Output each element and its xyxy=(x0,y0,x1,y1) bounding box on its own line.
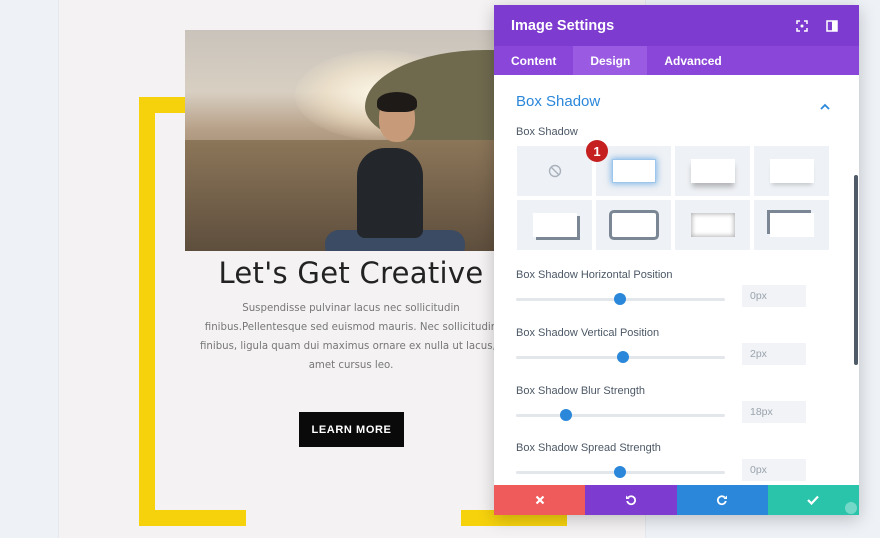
body-line: finibus, ligula quam dui maximus ornare … xyxy=(200,341,512,352)
redo-button[interactable] xyxy=(676,485,768,515)
close-icon xyxy=(535,495,544,505)
modal-title: Image Settings xyxy=(511,17,615,34)
photo-person-hair xyxy=(377,92,417,112)
slider-knob[interactable] xyxy=(614,466,626,478)
modal-scrollbar[interactable] xyxy=(854,175,858,365)
preset-inset-border[interactable] xyxy=(596,200,671,250)
undo-icon xyxy=(625,495,636,506)
photo-person-body xyxy=(357,148,423,238)
resize-handle-icon[interactable] xyxy=(845,502,857,514)
preset-swatch xyxy=(611,159,656,183)
yellow-frame-bottom-left xyxy=(139,510,246,526)
preset-swatch xyxy=(611,213,656,237)
tab-advanced[interactable]: Advanced xyxy=(647,46,738,75)
spread-strength-input[interactable]: 0px xyxy=(742,459,806,481)
slider-label: Box Shadow Spread Strength xyxy=(516,442,661,454)
yellow-frame-left xyxy=(139,97,155,526)
image-settings-modal: Image Settings Content Design Advanced B… xyxy=(494,5,859,515)
preset-top-left-hard[interactable] xyxy=(754,200,829,250)
spread-strength-slider[interactable] xyxy=(516,466,725,478)
section-title[interactable]: Box Shadow xyxy=(516,93,600,110)
slider-label: Box Shadow Blur Strength xyxy=(516,385,646,397)
discard-button[interactable] xyxy=(494,485,586,515)
box-shadow-field-label: Box Shadow xyxy=(516,126,578,138)
preset-swatch xyxy=(532,213,577,237)
preset-bottom-right-hard[interactable] xyxy=(517,200,592,250)
slider-knob[interactable] xyxy=(617,351,629,363)
modal-header: Image Settings xyxy=(494,5,859,46)
preset-swatch xyxy=(690,159,735,183)
undo-button[interactable] xyxy=(585,485,677,515)
tab-design[interactable]: Design xyxy=(573,46,648,75)
blur-strength-input[interactable]: 18px xyxy=(742,401,806,423)
preset-none[interactable] xyxy=(517,146,592,196)
preset-swatch xyxy=(769,213,814,237)
body-line: amet cursus leo. xyxy=(308,360,394,371)
step-marker: 1 xyxy=(586,140,608,162)
slider-knob[interactable] xyxy=(614,293,626,305)
chevron-up-icon[interactable] xyxy=(820,97,830,115)
preset-soft-bottom[interactable] xyxy=(754,146,829,196)
page-body-text: Suspendisse pulvinar lacus nec sollicitu… xyxy=(200,299,512,375)
body-line: Suspendisse pulvinar lacus nec sollicitu… xyxy=(242,303,460,314)
fullscreen-icon[interactable] xyxy=(792,16,812,36)
page-heading: Let's Get Creative xyxy=(218,256,484,290)
check-icon xyxy=(807,495,820,505)
preset-swatch xyxy=(690,213,735,237)
tab-content[interactable]: Content xyxy=(494,46,573,75)
sidebar-toggle-icon[interactable] xyxy=(822,16,842,36)
redo-icon xyxy=(717,495,728,506)
slider-label: Box Shadow Vertical Position xyxy=(516,327,660,339)
learn-more-button[interactable]: LEARN MORE xyxy=(299,412,404,447)
preset-inset-soft[interactable] xyxy=(675,200,750,250)
preset-bottom-shadow[interactable] xyxy=(675,146,750,196)
no-shadow-icon xyxy=(548,164,561,178)
slider-label: Box Shadow Horizontal Position xyxy=(516,269,673,281)
yellow-frame-top xyxy=(139,97,187,113)
vertical-position-input[interactable]: 2px xyxy=(742,343,806,365)
settings-tabs: Content Design Advanced xyxy=(494,46,859,75)
modal-footer xyxy=(494,485,859,515)
hero-photo[interactable] xyxy=(185,30,515,251)
blur-strength-slider[interactable] xyxy=(516,409,725,421)
slider-knob[interactable] xyxy=(560,409,572,421)
body-line: finibus.Pellentesque sed euismod mauris.… xyxy=(204,322,498,333)
preset-swatch xyxy=(769,159,814,183)
horizontal-position-slider[interactable] xyxy=(516,293,725,305)
box-shadow-presets xyxy=(517,146,830,250)
vertical-position-slider[interactable] xyxy=(516,351,725,363)
horizontal-position-input[interactable]: 0px xyxy=(742,285,806,307)
modal-body: Box Shadow Box Shadow 1 Box Shadow Horiz… xyxy=(494,75,859,485)
